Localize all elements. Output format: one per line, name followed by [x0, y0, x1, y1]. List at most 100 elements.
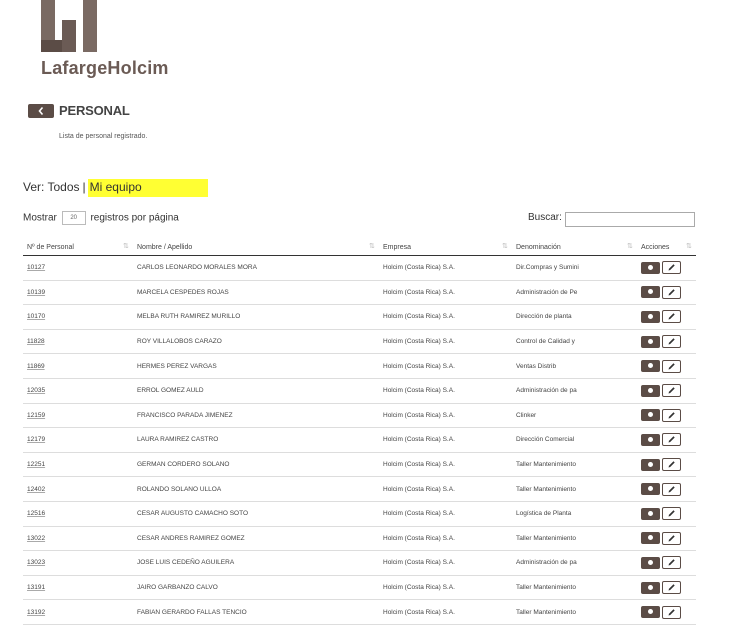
row-actions — [637, 353, 696, 379]
personnel-number-link[interactable]: 12251 — [23, 452, 133, 478]
personnel-number-link[interactable]: 10139 — [23, 280, 133, 306]
col-header-company-label: Empresa — [383, 243, 412, 251]
view-button[interactable] — [641, 556, 660, 569]
personnel-number-link[interactable]: 13191 — [23, 575, 133, 601]
search-input[interactable] — [565, 212, 695, 227]
view-button[interactable] — [641, 409, 660, 422]
row-actions — [637, 329, 696, 355]
edit-button[interactable] — [662, 335, 681, 349]
col-header-denomination[interactable]: Denominación ⇅ — [512, 239, 637, 256]
edit-button[interactable] — [662, 433, 681, 447]
page-title: PERSONAL — [59, 103, 130, 118]
personnel-number-link[interactable]: 12159 — [23, 403, 133, 429]
back-button[interactable] — [28, 104, 54, 118]
view-button[interactable] — [641, 606, 660, 619]
sort-icon: ⇅ — [502, 243, 508, 250]
page-length-select[interactable]: 20 — [61, 211, 86, 225]
view-button[interactable] — [641, 458, 660, 471]
col-header-company[interactable]: Empresa ⇅ — [379, 239, 512, 256]
company-name: Holcim (Costa Rica) S.A. — [379, 329, 512, 355]
view-button[interactable] — [641, 507, 660, 520]
row-actions — [637, 476, 696, 502]
col-header-name-label: Nombre / Apellido — [137, 243, 193, 251]
personnel-number-link[interactable]: 13022 — [23, 526, 133, 552]
col-header-actions-label: Acciones — [641, 243, 670, 251]
person-name: CARLOS LEONARDO MORALES MORA — [133, 255, 379, 281]
personnel-number-link[interactable]: 12402 — [23, 476, 133, 502]
view-button[interactable] — [641, 384, 660, 397]
denomination: Taller Mantenimiento — [512, 526, 637, 552]
edit-button[interactable] — [662, 384, 681, 398]
view-button[interactable] — [641, 310, 660, 323]
edit-button[interactable] — [662, 556, 681, 570]
personnel-number-link[interactable]: 11869 — [23, 353, 133, 379]
personnel-number-link[interactable]: 12179 — [23, 427, 133, 453]
filter-separator: | — [82, 180, 86, 194]
person-name: LAURA RAMIREZ CASTRO — [133, 427, 379, 453]
edit-button[interactable] — [662, 482, 681, 496]
view-button[interactable] — [641, 261, 660, 274]
table-row: 10170 MELBA RUTH RAMIREZ MURILLO Holcim (C… — [23, 304, 696, 330]
filter-my-team-link[interactable]: Mi equipo — [87, 179, 208, 197]
company-name: Holcim (Costa Rica) S.A. — [379, 526, 512, 552]
denomination: Control de Calidad y — [512, 329, 637, 355]
view-button[interactable] — [641, 335, 660, 348]
personnel-number-link[interactable]: 12035 — [23, 378, 133, 404]
view-button[interactable] — [641, 433, 660, 446]
col-header-name[interactable]: Nombre / Apellido ⇅ — [133, 239, 379, 256]
personnel-number-link[interactable]: 13023 — [23, 550, 133, 576]
edit-button[interactable] — [662, 605, 681, 619]
edit-button[interactable] — [662, 408, 681, 422]
edit-button[interactable] — [662, 261, 681, 275]
denomination: Administración de pa — [512, 378, 637, 404]
denomination: Taller Mantenimiento — [512, 452, 637, 478]
page-subtitle: Lista de personal registrado. — [59, 133, 148, 140]
view-button[interactable] — [641, 286, 660, 299]
person-name: CESAR AUGUSTO CAMACHO SOTO — [133, 501, 379, 527]
edit-button[interactable] — [662, 310, 681, 324]
length-label-after: registros por página — [90, 212, 179, 224]
denomination: Logística de Planta — [512, 501, 637, 527]
view-button[interactable] — [641, 360, 660, 373]
edit-button[interactable] — [662, 285, 681, 299]
row-actions — [637, 304, 696, 330]
company-name: Holcim (Costa Rica) S.A. — [379, 501, 512, 527]
person-name: ERROL GOMEZ AULD — [133, 378, 379, 404]
edit-button[interactable] — [662, 531, 681, 545]
page-length-control: Mostrar 20 registros por página — [23, 211, 179, 225]
view-button[interactable] — [641, 483, 660, 496]
col-header-actions: Acciones ⇅ — [637, 239, 696, 256]
sort-icon: ⇅ — [627, 243, 633, 250]
edit-button[interactable] — [662, 458, 681, 472]
person-name: MARCELA CESPEDES ROJAS — [133, 280, 379, 306]
table-row: 10139 MARCELA CESPEDES ROJAS Holcim (Costa… — [23, 280, 696, 306]
personnel-number-link[interactable]: 12516 — [23, 501, 133, 527]
row-actions — [637, 255, 696, 281]
row-actions — [637, 550, 696, 576]
company-name: Holcim (Costa Rica) S.A. — [379, 452, 512, 478]
person-name: JAIRO GARBANZO CALVO — [133, 575, 379, 601]
personnel-number-link[interactable]: 10127 — [23, 255, 133, 281]
table-row: 11828 ROY VILLALOBOS CARAZO Holcim (Costa … — [23, 329, 696, 355]
company-name: Holcim (Costa Rica) S.A. — [379, 403, 512, 429]
company-name: Holcim (Costa Rica) S.A. — [379, 575, 512, 601]
personnel-number-link[interactable]: 11828 — [23, 329, 133, 355]
view-button[interactable] — [641, 532, 660, 545]
person-name: GERMAN CORDERO SOLANO — [133, 452, 379, 478]
sort-icon: ⇅ — [369, 243, 375, 250]
denomination: Dirección Comercial — [512, 427, 637, 453]
col-header-id[interactable]: Nº de Personal ⇅ — [23, 239, 133, 256]
personnel-number-link[interactable]: 10170 — [23, 304, 133, 330]
edit-button[interactable] — [662, 581, 681, 595]
person-name: ROLANDO SOLANO ULLOA — [133, 476, 379, 502]
person-name: HERMES PEREZ VARGAS — [133, 353, 379, 379]
denomination: Taller Mantenimiento — [512, 575, 637, 601]
filter-all-link[interactable]: Todos — [47, 180, 79, 194]
pencil-icon — [668, 559, 675, 566]
pencil-icon — [668, 289, 675, 296]
logo-text: LafargeHolcim — [41, 58, 169, 78]
row-actions — [637, 280, 696, 306]
edit-button[interactable] — [662, 359, 681, 373]
view-button[interactable] — [641, 581, 660, 594]
edit-button[interactable] — [662, 507, 681, 521]
